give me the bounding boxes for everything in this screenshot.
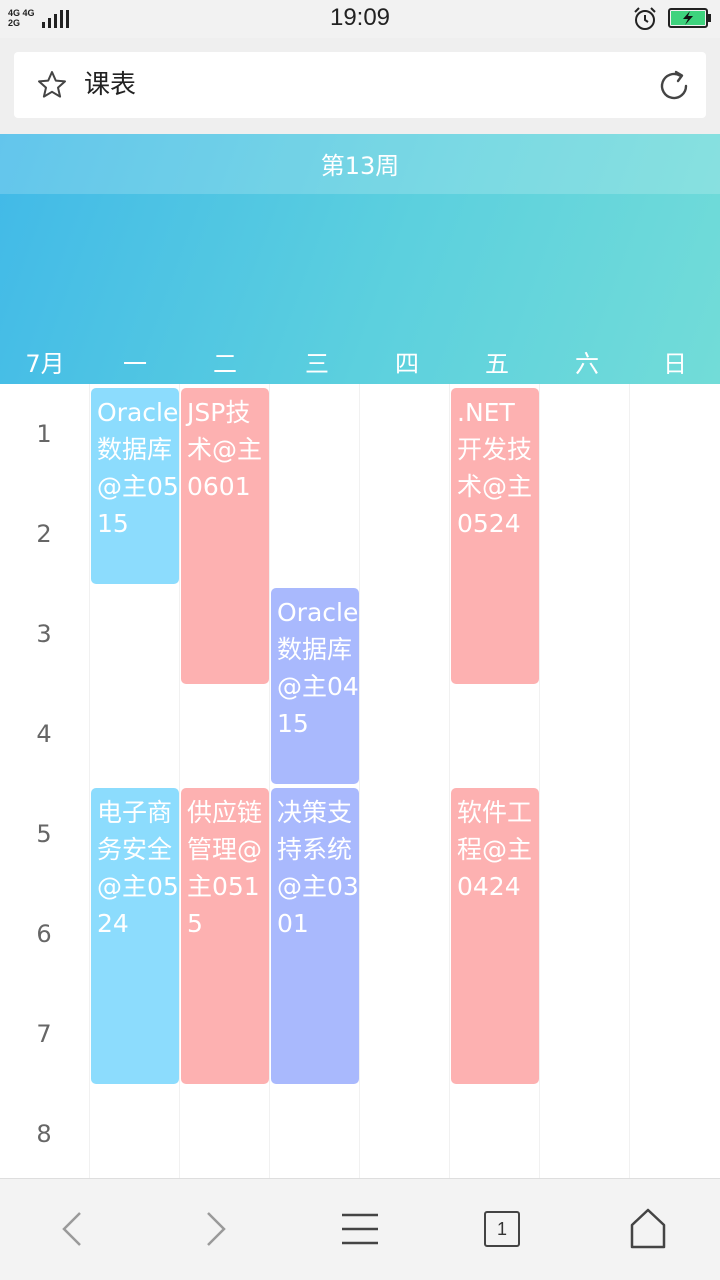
status-time: 19:09	[329, 4, 391, 31]
period-number: 1	[36, 420, 52, 448]
period-number: 7	[36, 1020, 52, 1048]
week-title: 第13周	[320, 152, 400, 180]
day-header-sat: 六	[575, 350, 599, 378]
tabs-button[interactable]: 1	[472, 1199, 532, 1259]
period-number: 4	[36, 720, 52, 748]
page-title: 课表	[84, 70, 137, 100]
title-bar: 课表	[0, 38, 720, 134]
back-icon[interactable]	[42, 1199, 102, 1259]
period-number: 5	[36, 820, 52, 848]
battery-charging-icon	[668, 8, 711, 28]
period-number: 8	[36, 1120, 52, 1148]
course-block[interactable]: JSP技术@主0601	[181, 388, 269, 684]
address-box[interactable]: 课表	[14, 52, 706, 118]
timetable-grid: 1 2 3 4 5 6 7 8 Oracle数据库@主0515 JSP技术@主06…	[0, 384, 720, 1178]
tab-count: 1	[484, 1211, 520, 1247]
timetable-header: 第13周 7月 一 二 三 四 五 六 日	[0, 134, 720, 384]
day-header-mon: 一	[123, 350, 147, 378]
day-header-fri: 五	[485, 350, 509, 378]
status-bar: 4G 4G 2G 19:09	[0, 0, 720, 38]
menu-icon[interactable]	[330, 1199, 390, 1259]
day-header-sun: 日	[663, 350, 687, 378]
home-icon[interactable]	[618, 1199, 678, 1259]
week-band[interactable]: 第13周	[0, 134, 720, 194]
day-header-thu: 四	[395, 350, 419, 378]
forward-icon[interactable]	[186, 1199, 246, 1259]
alarm-icon	[634, 7, 656, 30]
star-icon[interactable]	[36, 69, 68, 101]
course-block[interactable]: Oracle数据库@主0415	[271, 588, 359, 784]
course-block[interactable]: 决策支持系统@主0301	[271, 788, 359, 1084]
period-number: 6	[36, 920, 52, 948]
day-header-tue: 二	[213, 350, 237, 378]
period-number: 3	[36, 620, 52, 648]
course-block[interactable]: Oracle数据库@主0515	[91, 388, 179, 584]
day-header-wed: 三	[305, 350, 329, 378]
period-number: 2	[36, 520, 52, 548]
course-block[interactable]: 供应链管理@主0515	[181, 788, 269, 1084]
month-label: 7月	[25, 350, 65, 378]
course-block[interactable]: 电子商务安全@主0524	[91, 788, 179, 1084]
bottom-nav: 1	[0, 1178, 720, 1280]
course-block[interactable]: .NET开发技术@主0524	[451, 388, 539, 684]
refresh-icon[interactable]	[656, 68, 692, 104]
course-block[interactable]: 软件工程@主0424	[451, 788, 539, 1084]
